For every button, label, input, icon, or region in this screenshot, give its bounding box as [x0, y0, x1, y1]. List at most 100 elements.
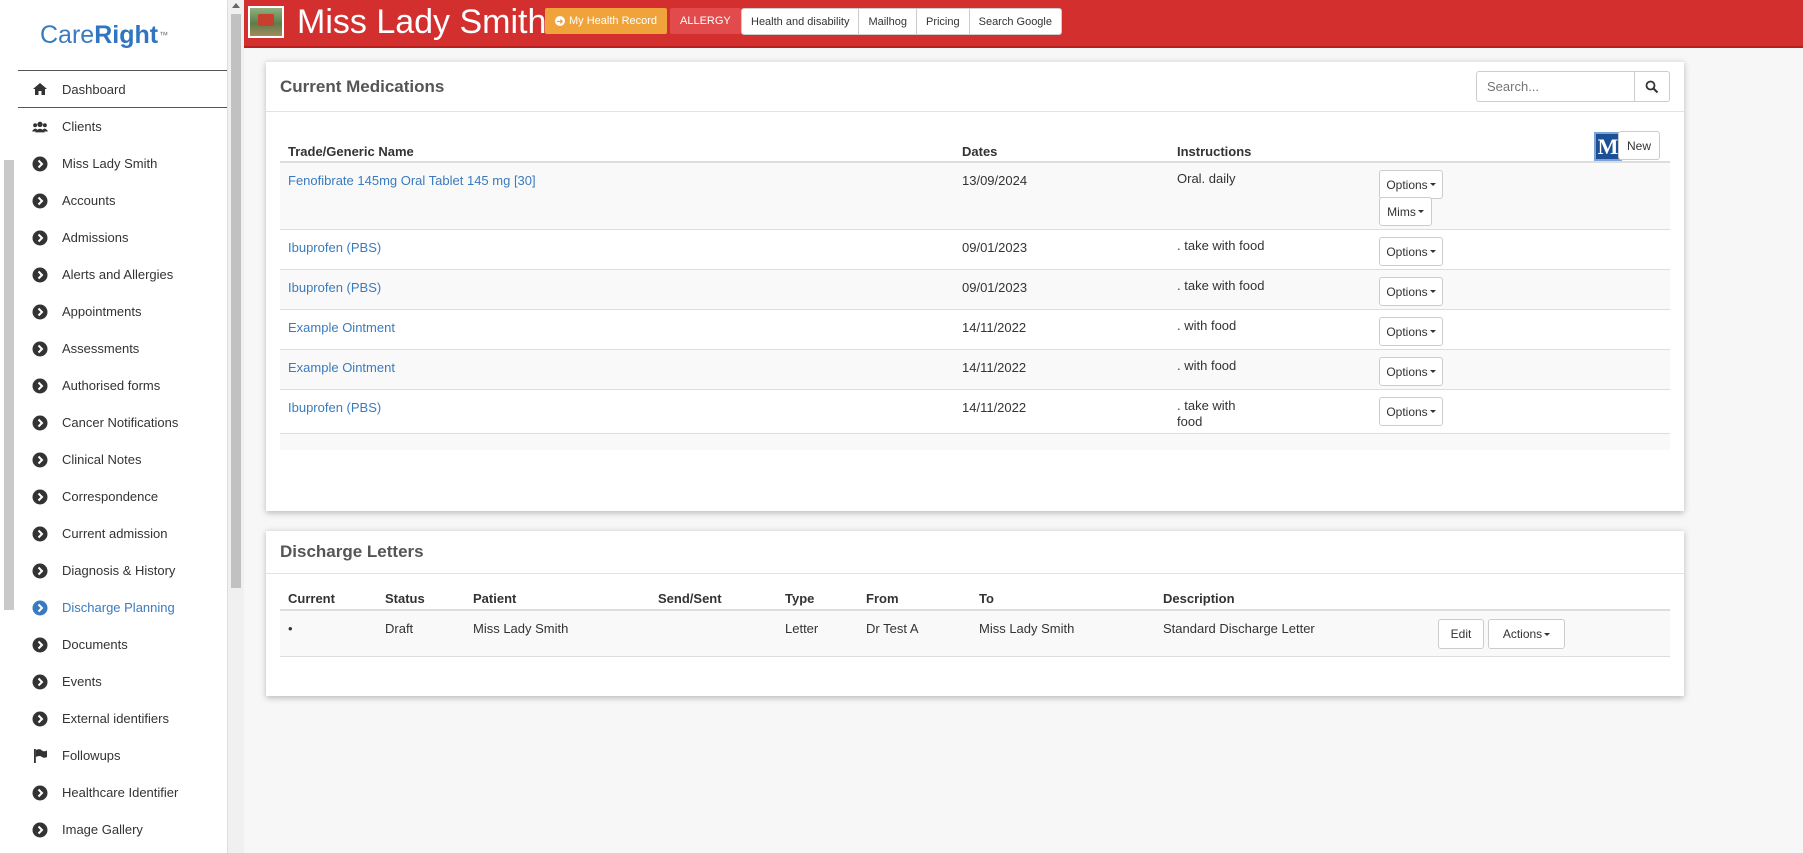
sidebar-item-label: Miss Lady Smith: [62, 156, 158, 171]
sidebar-item-dashboard[interactable]: Dashboard: [18, 71, 227, 108]
instructions-text: . take with food: [1177, 278, 1265, 293]
page-left-gutter: [0, 0, 18, 853]
sidebar-item-documents[interactable]: Documents: [18, 626, 227, 663]
sidebar-item-label: Healthcare Identifier: [62, 785, 179, 800]
sidebar-item-clients[interactable]: Clients: [18, 108, 227, 145]
to-cell: Miss Lady Smith: [979, 621, 1075, 636]
caret-down-icon: [1429, 330, 1436, 333]
table-row: • Draft Miss Lady Smith Letter Dr Test A…: [280, 611, 1670, 657]
chevron-circle-icon: [32, 785, 48, 801]
search-google-link[interactable]: Search Google: [970, 9, 1061, 34]
sidebar-item-image-gallery[interactable]: Image Gallery: [18, 811, 227, 848]
chevron-circle-icon: [32, 341, 48, 357]
sidebar-item-accounts[interactable]: Accounts: [18, 182, 227, 219]
options-dropdown-button[interactable]: Options: [1379, 237, 1443, 266]
sidebar-item-label: Current admission: [62, 526, 168, 541]
medication-date: 09/01/2023: [962, 280, 1028, 295]
sidebar-item-external-identifiers[interactable]: External identifiers: [18, 700, 227, 737]
discharge-letters-panel: Discharge Letters Current Status Patient…: [266, 530, 1684, 696]
logo-text-right: Right: [94, 20, 159, 49]
pricing-link[interactable]: Pricing: [917, 9, 970, 34]
chevron-circle-icon: [32, 378, 48, 394]
options-dropdown-button[interactable]: Options: [1379, 277, 1443, 306]
sidebar: Care Right ™ Dashboard Clients Miss Lady Smi…: [18, 0, 227, 853]
sidebar-item-label: Dashboard: [62, 81, 126, 97]
sidebar-item-healthcare-identifier[interactable]: Healthcare Identifier: [18, 774, 227, 811]
sidebar-item-appointments[interactable]: Appointments: [18, 293, 227, 330]
medication-instructions: . take with food: [1177, 238, 1264, 254]
medication-name-link[interactable]: Ibuprofen (PBS): [288, 240, 381, 255]
patient-avatar[interactable]: [248, 6, 284, 38]
sidebar-item-clinical-notes[interactable]: Clinical Notes: [18, 441, 227, 478]
status-cell: Draft: [385, 621, 414, 636]
sidebar-item-label: Alerts and Allergies: [62, 267, 174, 282]
sidebar-item-diagnosis-history[interactable]: Diagnosis & History: [18, 552, 227, 589]
col-instructions-header: Instructions: [1177, 144, 1252, 159]
medication-name-link[interactable]: Example Ointment: [288, 320, 395, 335]
search-button[interactable]: [1635, 71, 1670, 102]
instructions-text-line2: food: [1177, 414, 1203, 429]
outer-scrollbar[interactable]: [4, 160, 14, 610]
patient-cell: Miss Lady Smith: [473, 621, 569, 636]
medication-name-link[interactable]: Example Ointment: [288, 360, 395, 375]
panel-header: Discharge Letters: [266, 531, 1684, 574]
sidebar-item-label: Authorised forms: [62, 378, 161, 393]
medication-rows: Fenofibrate 145mg Oral Tablet 145 mg [30…: [280, 163, 1670, 434]
sidebar-item-followups[interactable]: Followups: [18, 737, 227, 774]
sidebar-item-label: Events: [62, 674, 102, 689]
col-name-header: Trade/Generic Name: [288, 144, 414, 159]
medication-name-link[interactable]: Ibuprofen (PBS): [288, 400, 381, 415]
col-dates-header: Dates: [962, 144, 998, 159]
mailhog-link[interactable]: Mailhog: [859, 9, 917, 34]
edit-button[interactable]: Edit: [1438, 619, 1484, 649]
allergy-badge[interactable]: ALLERGY: [670, 8, 741, 34]
medication-name-link[interactable]: Ibuprofen (PBS): [288, 280, 381, 295]
chevron-circle-icon: [32, 230, 48, 246]
health-and-disability-link[interactable]: Health and disability: [742, 9, 860, 34]
sidebar-item-events[interactable]: Events: [18, 663, 227, 700]
sidebar-item-alerts-and-allergies[interactable]: Alerts and Allergies: [18, 256, 227, 293]
sidebar-item-label: Assessments: [62, 341, 140, 356]
table-header: Current Status Patient Send/Sent Type Fr…: [280, 587, 1670, 611]
options-dropdown-button[interactable]: Options: [1379, 317, 1443, 346]
my-health-record-button[interactable]: ➜ My Health Record: [545, 8, 668, 34]
col-type-header: Type: [785, 591, 815, 606]
table-row: Example Ointment 14/11/2022 . with food Opt…: [280, 350, 1670, 390]
sidebar-item-miss-lady-smith[interactable]: Miss Lady Smith: [18, 145, 227, 182]
medication-name-link[interactable]: Fenofibrate 145mg Oral Tablet 145 mg [30…: [288, 173, 536, 188]
col-description-header: Description: [1163, 591, 1235, 606]
arrow-circle-icon: ➜: [555, 16, 565, 26]
mims-label: Mims: [1387, 204, 1416, 219]
options-dropdown-button[interactable]: Options: [1379, 170, 1443, 199]
table-row: Fenofibrate 145mg Oral Tablet 145 mg [30…: [280, 163, 1670, 230]
sidebar-item-correspondence[interactable]: Correspondence: [18, 478, 227, 515]
patient-header: Miss Lady Smith ➜ My Health Record ALLERG…: [244, 0, 1803, 48]
sidebar-item-label: Clients: [62, 119, 102, 134]
sidebar-scrollbar[interactable]: [227, 0, 244, 853]
chevron-circle-icon: [32, 156, 48, 172]
chevron-circle-icon: [32, 304, 48, 320]
careright-logo[interactable]: Care Right ™: [18, 0, 227, 70]
scrollbar-thumb[interactable]: [231, 14, 241, 588]
sidebar-item-current-admission[interactable]: Current admission: [18, 515, 227, 552]
caret-down-icon: [1417, 210, 1424, 213]
sidebar-item-cancer-notifications[interactable]: Cancer Notifications: [18, 404, 227, 441]
sidebar-item-authorised-forms[interactable]: Authorised forms: [18, 367, 227, 404]
options-dropdown-button[interactable]: Options: [1379, 357, 1443, 386]
sidebar-item-discharge-planning[interactable]: Discharge Planning: [18, 589, 227, 626]
chevron-circle-icon: [32, 415, 48, 431]
medication-instructions: . take with food: [1177, 398, 1236, 430]
sidebar-item-admissions[interactable]: Admissions: [18, 219, 227, 256]
actions-dropdown-button[interactable]: Actions: [1488, 619, 1565, 649]
mims-dropdown-button[interactable]: Mims: [1379, 197, 1432, 226]
sidebar-item-label: Cancer Notifications: [62, 415, 179, 430]
scroll-up-arrow-icon[interactable]: [232, 3, 240, 8]
medication-search-input[interactable]: [1476, 71, 1635, 102]
options-dropdown-button[interactable]: Options: [1379, 397, 1443, 426]
chevron-circle-icon: [32, 452, 48, 468]
sidebar-item-assessments[interactable]: Assessments: [18, 330, 227, 367]
table-header: Trade/Generic Name Dates Instructions: [280, 134, 1670, 163]
instructions-text: Oral. daily: [1177, 171, 1236, 186]
medications-table: Trade/Generic Name Dates Instructions Fe…: [280, 134, 1670, 450]
table-row: Ibuprofen (PBS) 09/01/2023 . take with foo…: [280, 230, 1670, 270]
